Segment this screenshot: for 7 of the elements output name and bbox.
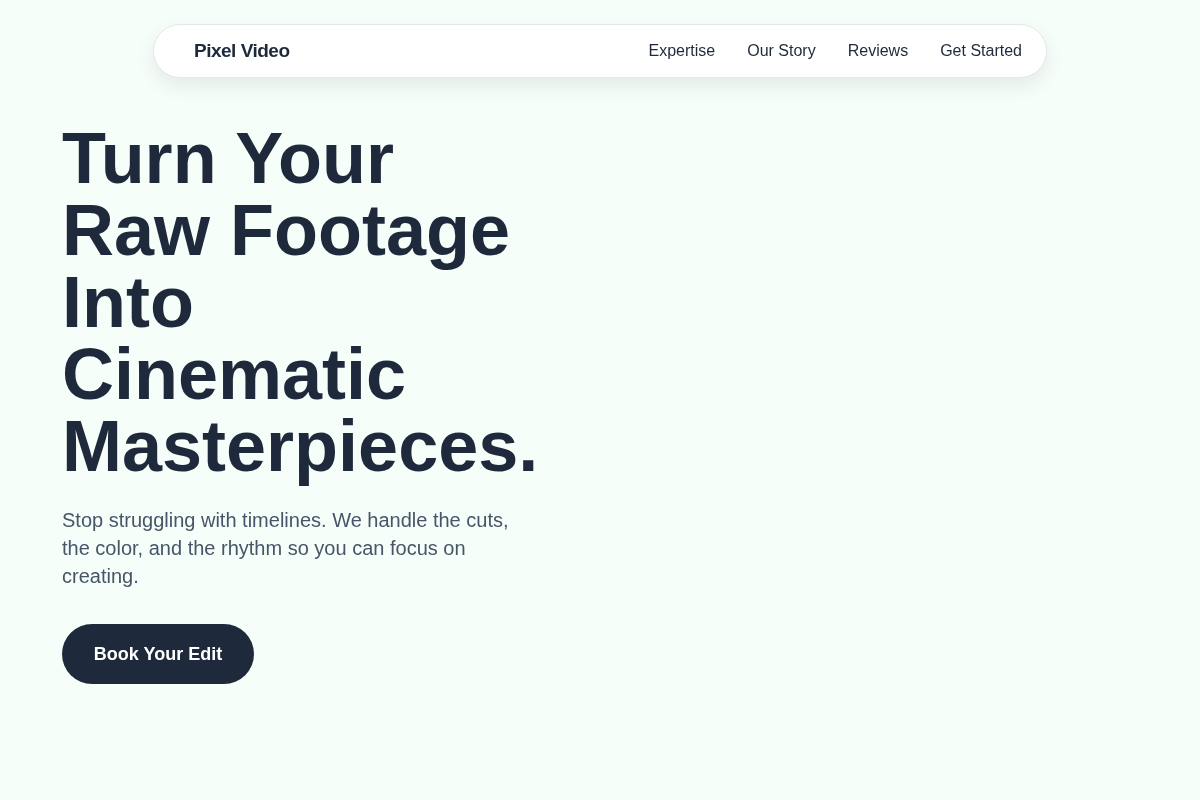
nav-link[interactable]: Reviews	[847, 42, 909, 60]
hero-subtitle: Stop struggling with timelines. We handle the cuts, the color, and the rhythm so you can focus on creating.	[62, 508, 510, 589]
nav-link[interactable]: Our Story	[747, 42, 816, 60]
logo[interactable]: Pixel Video	[194, 40, 290, 62]
book-edit-button[interactable]: Book Your Edit	[62, 624, 254, 684]
nav-link[interactable]: Get Started	[940, 42, 1022, 60]
nav-link[interactable]: Expertise	[648, 42, 716, 60]
